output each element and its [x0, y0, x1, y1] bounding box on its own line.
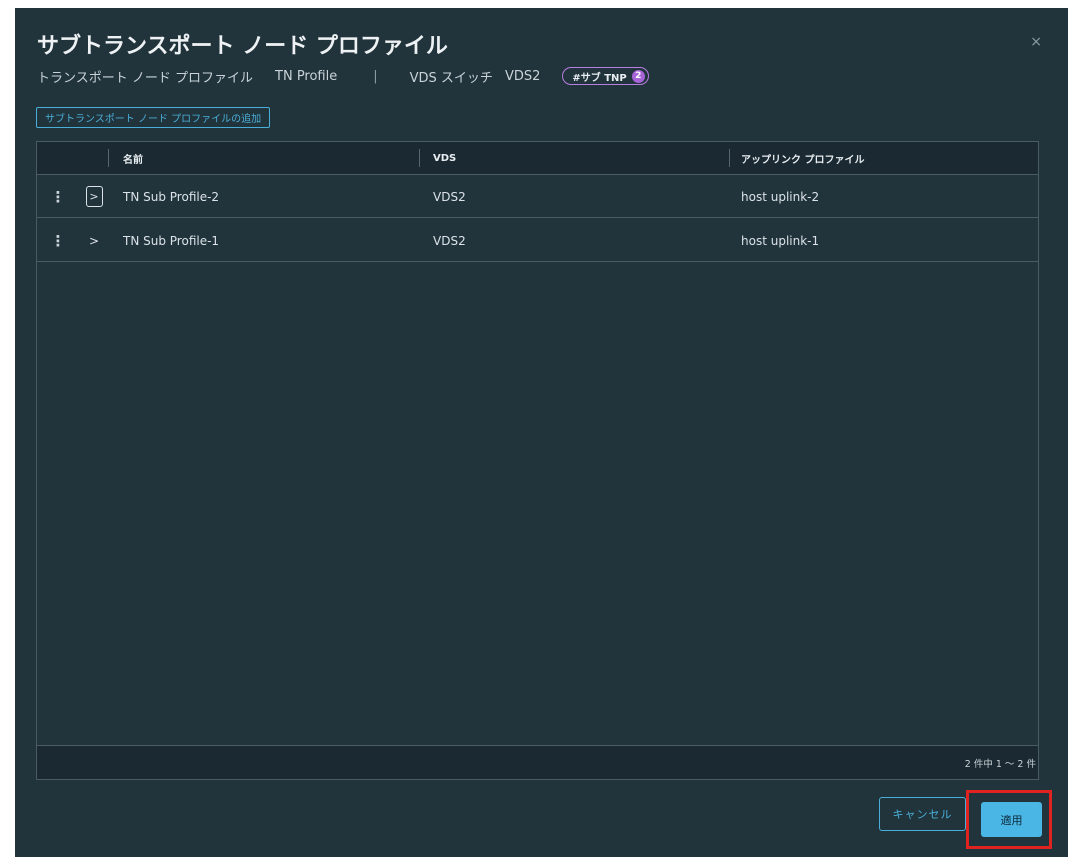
- cell-vds: VDS2: [433, 189, 466, 204]
- tnp-value: TN Profile: [275, 68, 338, 84]
- close-icon[interactable]: ×: [1030, 34, 1042, 50]
- sub-tnp-badge: #サブ TNP 2: [562, 67, 649, 85]
- table-footer: 2 件中 1 ～ 2 件: [37, 745, 1038, 779]
- table-row: ⋮ > TN Sub Profile-2 VDS2 host uplink-2: [37, 175, 1038, 218]
- add-sub-profile-button[interactable]: サブトランスポート ノード プロファイルの追加: [36, 107, 271, 128]
- dialog-subheader: トランスポート ノード プロファイル TN Profile | VDS スイッチ…: [37, 66, 649, 86]
- apply-highlight-box: 適用: [966, 790, 1052, 849]
- pagination-count: 2 件中 1 ～ 2 件: [964, 758, 1036, 770]
- chevron-right-icon: >: [88, 233, 100, 248]
- column-divider: [419, 149, 420, 167]
- cancel-button[interactable]: キャンセル: [879, 797, 966, 831]
- sub-profile-table: 名前 VDS アップリンク プロファイル ⋮ > TN Sub Profile-…: [36, 141, 1039, 780]
- expand-row-button[interactable]: >: [85, 219, 103, 262]
- badge-count: 2: [631, 69, 645, 83]
- column-header-vds[interactable]: VDS: [433, 142, 456, 174]
- row-actions-kebab-icon[interactable]: ⋮: [51, 219, 66, 262]
- cell-vds: VDS2: [433, 233, 466, 248]
- separator: |: [373, 68, 378, 84]
- column-header-uplink-profile[interactable]: アップリンク プロファイル: [741, 142, 864, 174]
- expand-row-button[interactable]: >: [85, 175, 103, 218]
- column-divider: [108, 149, 109, 167]
- dialog: サブトランスポート ノード プロファイル × トランスポート ノード プロファイ…: [15, 8, 1068, 857]
- badge-label: #サブ TNP: [572, 72, 627, 84]
- dialog-title: サブトランスポート ノード プロファイル: [37, 34, 448, 59]
- apply-button[interactable]: 適用: [981, 802, 1042, 837]
- chevron-right-icon: >: [85, 186, 103, 207]
- column-header-name[interactable]: 名前: [123, 142, 143, 174]
- cell-uplink-profile: host uplink-1: [741, 233, 820, 248]
- table-header: 名前 VDS アップリンク プロファイル: [37, 142, 1038, 175]
- cell-uplink-profile: host uplink-2: [741, 189, 820, 204]
- vds-value: VDS2: [504, 68, 541, 84]
- column-divider: [729, 149, 730, 167]
- tnp-label: トランスポート ノード プロファイル: [37, 70, 254, 86]
- cell-name: TN Sub Profile-2: [123, 189, 220, 204]
- vds-label: VDS スイッチ: [409, 70, 493, 86]
- row-actions-kebab-icon[interactable]: ⋮: [51, 175, 66, 218]
- table-row: ⋮ > TN Sub Profile-1 VDS2 host uplink-1: [37, 219, 1038, 262]
- cell-name: TN Sub Profile-1: [123, 233, 220, 248]
